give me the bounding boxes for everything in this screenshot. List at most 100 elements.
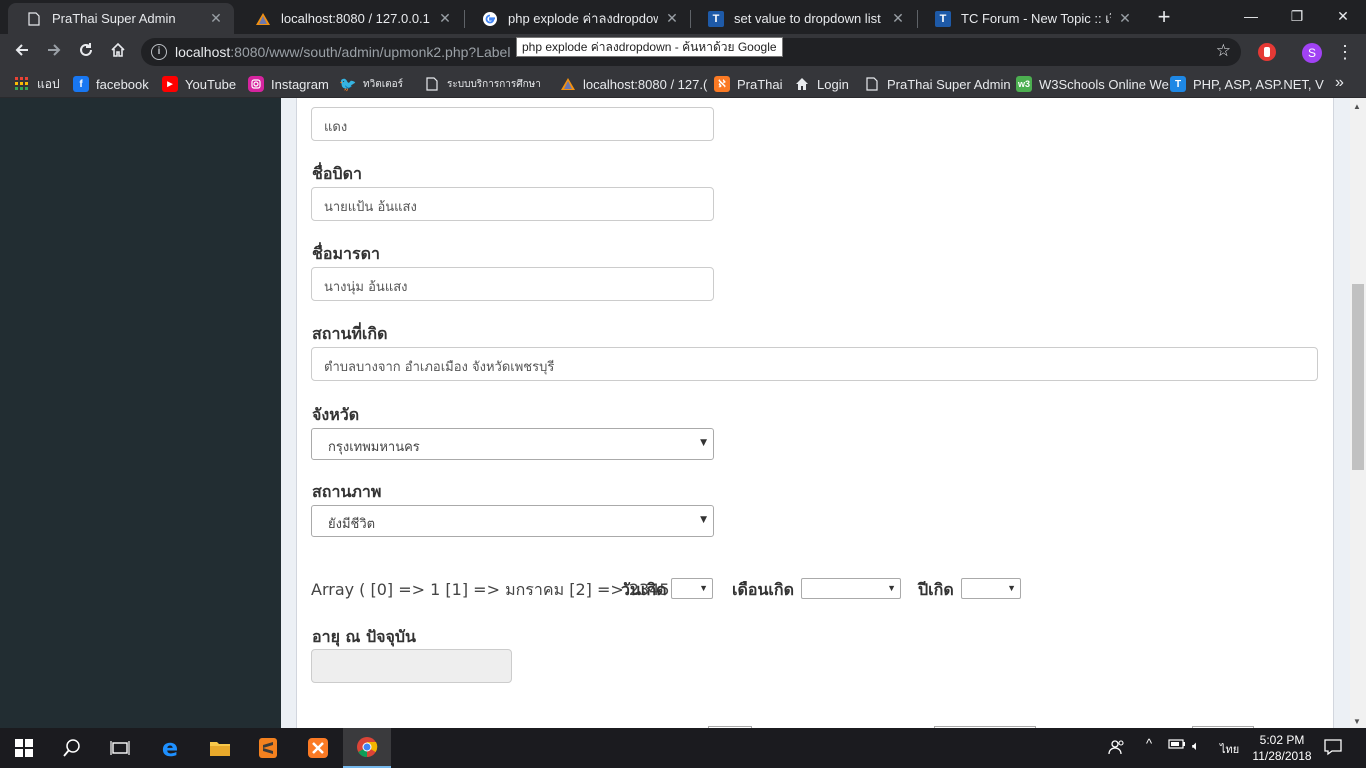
back-arrow-icon <box>15 44 28 56</box>
edge-app[interactable]: e <box>146 728 194 768</box>
bookmark-label: PraThai Super Admin <box>887 76 1011 92</box>
windows-logo-icon <box>15 739 33 757</box>
site-icon: T <box>935 10 951 27</box>
clock-time: 5:02 PM <box>1259 733 1305 747</box>
bookmark-youtube[interactable]: ▶ YouTube <box>162 75 236 93</box>
bookmarks-bar: แอป f facebook ▶ YouTube Instagram 🐦 ทวิ… <box>0 70 1366 98</box>
birth-year-select[interactable]: ▼ <box>961 578 1021 599</box>
document-icon <box>424 76 440 92</box>
phpmyadmin-icon <box>255 11 271 27</box>
xampp-icon: ℵ <box>714 76 730 92</box>
close-icon[interactable]: ✕ <box>437 10 453 27</box>
sublime-text-icon <box>259 738 277 758</box>
tab-title: set value to dropdown list php <box>734 11 884 26</box>
bookmark-prathai[interactable]: ℵ PraThai <box>714 75 783 93</box>
page-scrollbar[interactable]: ▲ ▼ <box>1350 98 1366 728</box>
chevron-down-icon: ▼ <box>887 583 896 593</box>
minimize-button[interactable]: — <box>1228 4 1274 28</box>
notifications-icon[interactable] <box>1324 738 1342 759</box>
close-icon[interactable]: ✕ <box>208 10 224 27</box>
tab-title: TC Forum - New Topic :: เริ่มกระทู้ <box>961 11 1111 26</box>
bookmark-twitter[interactable]: 🐦 ทวิตเตอร์ <box>339 75 403 93</box>
tab-set-value-dropdown[interactable]: T set value to dropdown list php ✕ <box>690 3 916 34</box>
xampp-app[interactable] <box>294 728 342 768</box>
close-icon[interactable]: ✕ <box>664 10 680 27</box>
reload-button[interactable] <box>74 40 98 64</box>
birth-month-label: เดือนเกิด <box>732 580 794 599</box>
input-language[interactable]: ไทย <box>1220 740 1239 758</box>
instagram-icon <box>248 76 264 92</box>
phpmyadmin-icon <box>560 76 576 92</box>
site-icon: T <box>708 10 724 27</box>
adblock-extension-icon[interactable] <box>1258 43 1276 61</box>
status-selected-value: ยังมีชีวิต <box>328 517 376 532</box>
reload-icon <box>80 43 92 56</box>
province-select[interactable]: กรุงเทพมหานคร ▼ <box>311 428 714 460</box>
task-view-icon <box>110 741 130 755</box>
home-button[interactable] <box>106 40 130 64</box>
google-icon <box>482 11 498 27</box>
folder-icon <box>210 742 230 756</box>
bookmark-phpmyadmin[interactable]: localhost:8080 / 127.( <box>560 75 707 93</box>
w3schools-icon: w3 <box>1016 76 1032 92</box>
current-age-field[interactable] <box>311 649 512 683</box>
mother-name-field[interactable]: นางนุ่ม อ้นแสง <box>311 267 714 301</box>
admin-sidebar <box>0 98 281 728</box>
more-bookmarks-icon[interactable]: » <box>1335 74 1344 92</box>
close-window-button[interactable]: ✕ <box>1320 4 1366 28</box>
bookmark-education-service[interactable]: ระบบบริการการศึกษา <box>424 75 541 93</box>
status-select[interactable]: ยังมีชีวิต ▼ <box>311 505 714 537</box>
people-icon[interactable] <box>1108 738 1126 759</box>
close-icon[interactable]: ✕ <box>1117 10 1133 27</box>
profile-avatar[interactable]: S <box>1302 43 1322 63</box>
close-icon[interactable]: ✕ <box>890 10 906 27</box>
scroll-down-icon[interactable]: ▼ <box>1353 717 1361 726</box>
tab-title: PraThai Super Admin <box>52 11 176 26</box>
bookmark-prathai-super-admin[interactable]: PraThai Super Admin <box>864 75 1011 93</box>
bookmark-apps[interactable]: แอป <box>14 75 60 93</box>
sublime-text-app[interactable] <box>244 728 292 768</box>
bookmark-instagram[interactable]: Instagram <box>248 75 329 93</box>
chrome-icon <box>357 737 378 758</box>
url-path: :8080/www/south/admin/upmonk2.php?Label <box>230 44 511 60</box>
bookmark-facebook[interactable]: f facebook <box>73 75 149 93</box>
chrome-app[interactable] <box>343 728 391 768</box>
scrollbar-thumb[interactable] <box>1352 284 1364 470</box>
bookmark-w3schools[interactable]: w3 W3Schools Online We <box>1016 75 1169 93</box>
tab-google-search[interactable]: php explode ค่าลงdropdown - ค ✕ <box>464 3 690 34</box>
restore-button[interactable]: ❐ <box>1274 4 1320 28</box>
site-icon: T <box>1170 76 1186 92</box>
new-tab-button[interactable]: + <box>1152 6 1176 30</box>
scroll-up-icon[interactable]: ▲ <box>1353 102 1361 111</box>
first-name-field[interactable]: แดง <box>311 107 714 141</box>
status-label: สถานภาพ <box>312 482 382 501</box>
bookmark-php-asp[interactable]: T PHP, ASP, ASP.NET, V <box>1170 75 1324 93</box>
info-icon[interactable]: i <box>151 44 167 60</box>
battery-icon[interactable] <box>1168 738 1186 753</box>
task-view-button[interactable] <box>96 728 144 768</box>
bookmark-login[interactable]: Login <box>794 75 849 93</box>
chevron-down-icon: ▼ <box>699 583 708 593</box>
bookmark-star-icon[interactable]: ☆ <box>1216 41 1231 61</box>
file-explorer-app[interactable] <box>196 728 244 768</box>
chevron-up-icon[interactable]: ^ <box>1146 736 1152 751</box>
tab-tc-forum[interactable]: T TC Forum - New Topic :: เริ่มกระทู้ ✕ <box>917 3 1143 34</box>
forward-arrow-icon <box>48 44 61 56</box>
forward-button[interactable] <box>42 40 66 64</box>
back-button[interactable] <box>10 40 34 64</box>
system-clock[interactable]: 5:02 PM 11/28/2018 <box>1252 732 1312 764</box>
menu-icon[interactable]: ⋮ <box>1336 40 1354 64</box>
birthplace-field[interactable]: ตำบลบางจาก อำเภอเมือง จังหวัดเพชรบุรี <box>311 347 1318 381</box>
birth-day-select[interactable]: ▼ <box>671 578 713 599</box>
father-name-field[interactable]: นายแป้น อ้นแสง <box>311 187 714 221</box>
start-button[interactable] <box>0 728 48 768</box>
birth-month-select[interactable]: ▼ <box>801 578 901 599</box>
tab-prathai-super-admin[interactable]: PraThai Super Admin ✕ <box>8 3 234 34</box>
tab-phpmyadmin[interactable]: localhost:8080 / 127.0.0.1 / pik ✕ <box>237 3 463 34</box>
search-button[interactable] <box>48 728 96 768</box>
birth-day-label: วันเกิด <box>621 580 667 599</box>
volume-muted-icon[interactable]: 🔈︎ <box>1192 738 1200 754</box>
document-icon <box>26 11 42 27</box>
twitter-icon: 🐦 <box>339 75 357 92</box>
province-label: จังหวัด <box>312 405 360 424</box>
